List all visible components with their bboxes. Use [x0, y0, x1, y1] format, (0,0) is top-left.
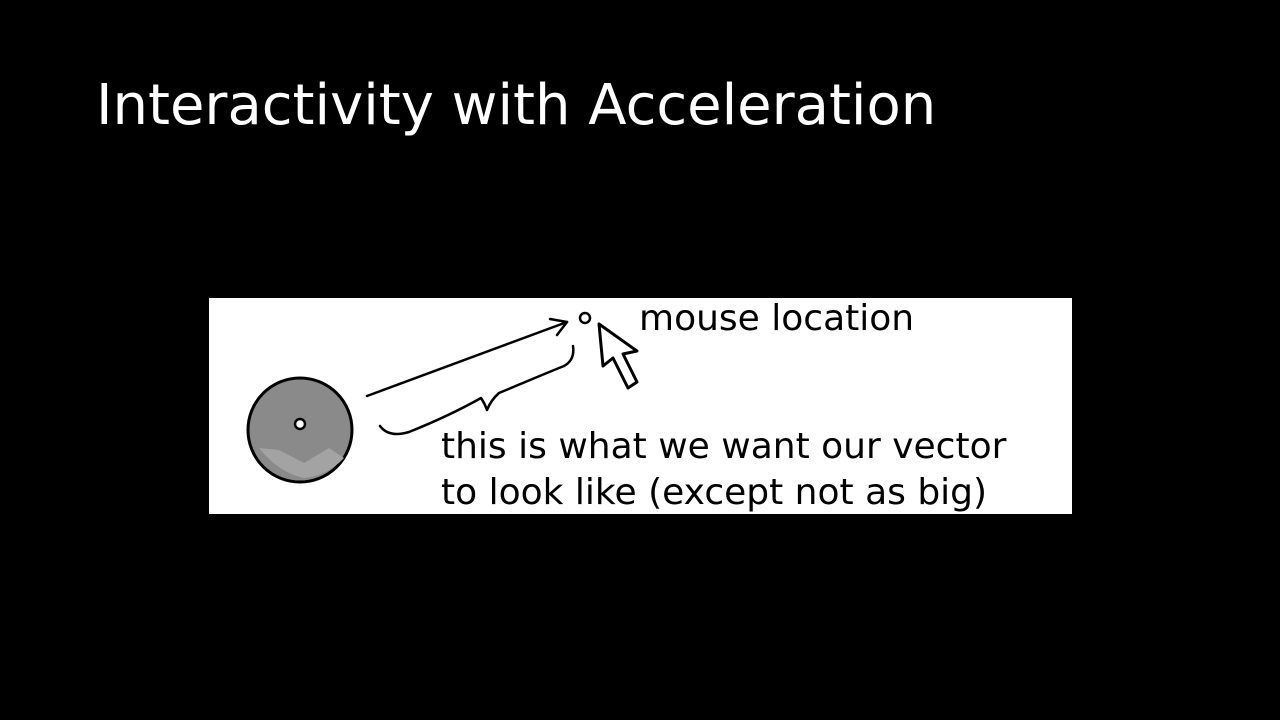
caption-line-1: this is what we want our vector: [441, 426, 1007, 467]
figure-panel: mouse location this is what we want our …: [209, 298, 1072, 514]
circle-object-icon: [246, 376, 354, 484]
brace-icon: [378, 344, 575, 436]
vector-arrow-icon: [365, 317, 569, 398]
mouse-cursor-icon: [597, 322, 639, 390]
vector-diagram: mouse location this is what we want our …: [246, 298, 1007, 513]
slide: Interactivity with Acceleration mouse lo…: [0, 0, 1280, 720]
slide-title: Interactivity with Acceleration: [96, 73, 937, 138]
mouse-point-icon: [578, 311, 592, 325]
caption-line-2: to look like (except not as big): [441, 472, 987, 513]
mouse-location-label: mouse location: [639, 298, 914, 339]
